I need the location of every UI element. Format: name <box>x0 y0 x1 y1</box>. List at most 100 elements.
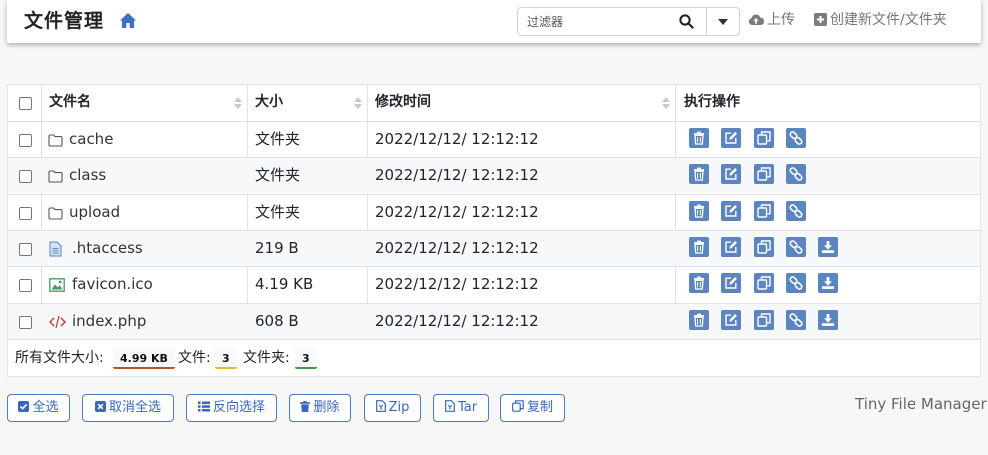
edit-icon <box>725 132 738 144</box>
app-title: 文件管理 <box>24 10 105 32</box>
column-header-size[interactable]: 大小 <box>255 85 283 121</box>
copy-icon <box>512 400 524 412</box>
plus-square-icon <box>814 13 827 26</box>
trash-icon <box>300 401 311 412</box>
edit-action-button[interactable] <box>721 273 742 294</box>
file-name-link[interactable]: favicon.ico <box>72 267 153 302</box>
link-icon <box>789 131 803 145</box>
file-archive-icon <box>375 400 386 412</box>
edit-action-button[interactable] <box>721 164 742 185</box>
sort-icon[interactable] <box>234 97 242 111</box>
copy-action-button[interactable] <box>753 273 774 294</box>
copy-button[interactable]: 复制 <box>500 394 565 422</box>
sort-icon[interactable] <box>354 97 362 111</box>
row-checkbox[interactable] <box>19 206 32 220</box>
link-action-button[interactable] <box>785 200 806 221</box>
link-icon <box>789 276 803 291</box>
row-checkbox[interactable] <box>19 315 32 329</box>
delete-action-button[interactable] <box>689 236 709 257</box>
table-row[interactable]: favicon.ico 4.19 KB 2022/12/12/ 12:12:12 <box>8 266 980 302</box>
table-row[interactable]: .htaccess 219 B 2022/12/12/ 12:12:12 <box>8 229 980 266</box>
copy-icon <box>756 131 771 145</box>
delete-label: 删除 <box>313 400 340 415</box>
file-name-link[interactable]: cache <box>69 122 113 157</box>
download-action-button[interactable] <box>818 309 839 330</box>
edit-action-button[interactable] <box>721 128 742 148</box>
edit-action-button[interactable] <box>721 236 742 257</box>
sort-icon[interactable] <box>662 97 670 111</box>
delete-icon <box>694 276 704 290</box>
create-new-link[interactable]: 创建新文件/文件夹 <box>814 11 947 29</box>
copy-action-button[interactable] <box>753 236 774 257</box>
file-size: 文件夹 <box>255 202 301 221</box>
file-name-link[interactable]: class <box>69 158 106 193</box>
edit-action-button[interactable] <box>721 309 742 330</box>
row-checkbox[interactable] <box>19 242 32 256</box>
invert-selection-button[interactable]: 反向选择 <box>186 394 277 422</box>
column-header-name[interactable]: 文件名 <box>49 85 91 121</box>
deselect-all-button[interactable]: 取消全选 <box>82 394 174 422</box>
total-size-badge: 4.99 KB <box>113 348 175 369</box>
table-row[interactable]: upload 文件夹 2022/12/12/ 12:12:12 <box>8 193 980 230</box>
delete-icon <box>694 204 704 218</box>
link-icon <box>789 240 803 254</box>
tar-label: Tar <box>457 400 478 415</box>
link-action-button[interactable] <box>785 236 806 257</box>
copy-action-button[interactable] <box>753 164 774 185</box>
table-row[interactable]: cache 文件夹 2022/12/12/ 12:12:12 <box>8 121 980 157</box>
file-modified: 2022/12/12/ 12:12:12 <box>375 311 539 330</box>
upload-link[interactable]: 上传 <box>748 11 795 29</box>
select-all-button[interactable]: 全选 <box>7 394 70 422</box>
table-row[interactable]: index.php 608 B 2022/12/12/ 12:12:12 <box>8 302 980 339</box>
link-action-button[interactable] <box>785 309 806 330</box>
folders-count-label: 文件夹: <box>243 350 290 366</box>
copy-action-button[interactable] <box>753 309 774 330</box>
search-button[interactable] <box>668 8 706 35</box>
check-square-icon <box>18 401 30 412</box>
copy-icon <box>756 240 771 254</box>
file-text-icon <box>49 241 62 261</box>
file-name-link[interactable]: index.php <box>72 304 146 339</box>
delete-action-button[interactable] <box>689 273 709 294</box>
file-modified: 2022/12/12/ 12:12:12 <box>375 166 539 185</box>
file-table: 文件名 大小 修改时间 执行操作 cache 文件夹 2022/12/12/ 12:… <box>7 84 981 377</box>
delete-action-button[interactable] <box>689 164 709 185</box>
edit-icon <box>725 168 738 180</box>
search-dropdown-toggle[interactable] <box>706 8 739 35</box>
x-square-icon <box>94 401 106 412</box>
edit-action-button[interactable] <box>721 200 742 221</box>
copy-action-button[interactable] <box>753 128 774 148</box>
home-icon[interactable] <box>119 12 137 29</box>
file-name-link[interactable]: .htaccess <box>72 231 143 266</box>
list-icon <box>197 401 210 412</box>
table-header: 文件名 大小 修改时间 执行操作 <box>8 85 980 121</box>
folders-count-badge: 3 <box>295 348 317 369</box>
tar-button[interactable]: Tar <box>433 394 489 422</box>
search-input[interactable] <box>518 8 668 35</box>
zip-button[interactable]: Zip <box>364 394 421 422</box>
delete-action-button[interactable] <box>689 309 709 330</box>
select-all-checkbox[interactable] <box>19 97 32 110</box>
file-size: 文件夹 <box>255 130 301 148</box>
download-icon <box>822 240 835 253</box>
delete-action-button[interactable] <box>689 128 709 148</box>
table-row[interactable]: class 文件夹 2022/12/12/ 12:12:12 <box>8 157 980 194</box>
download-action-button[interactable] <box>818 236 839 257</box>
link-action-button[interactable] <box>785 273 806 294</box>
link-action-button[interactable] <box>785 164 806 185</box>
copy-icon <box>756 312 771 327</box>
copy-action-button[interactable] <box>753 200 774 221</box>
delete-button[interactable]: 删除 <box>289 394 351 422</box>
row-checkbox[interactable] <box>19 134 32 147</box>
cloud-upload-icon <box>748 14 765 25</box>
column-header-actions: 执行操作 <box>684 94 740 110</box>
link-action-button[interactable] <box>785 128 806 148</box>
file-name-link[interactable]: upload <box>69 195 120 230</box>
delete-action-button[interactable] <box>689 200 709 221</box>
download-action-button[interactable] <box>818 273 839 294</box>
code-file-icon <box>49 314 66 333</box>
file-size: 219 B <box>255 238 299 257</box>
row-checkbox[interactable] <box>19 170 32 184</box>
column-header-modified[interactable]: 修改时间 <box>375 85 431 121</box>
row-checkbox[interactable] <box>19 279 32 293</box>
